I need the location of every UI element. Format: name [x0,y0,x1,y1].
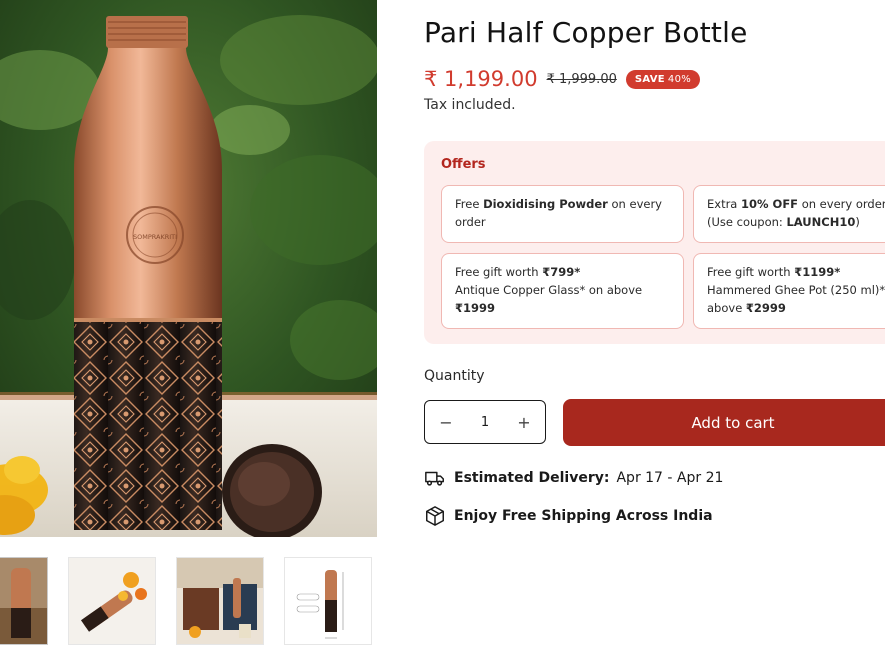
product-info: Pari Half Copper Bottle ₹ 1,199.00 ₹ 1,9… [424,0,885,658]
compare-price: ₹ 1,999.00 [546,71,617,87]
save-percent: 40% [667,73,692,85]
price-row: ₹ 1,199.00 ₹ 1,999.00 SAVE 40% [424,66,701,92]
offer-threshold: ₹1999 [455,301,496,315]
delivery-label: Estimated Delivery: [454,470,610,486]
save-label: SAVE [634,73,665,85]
thumbnail-4[interactable] [284,557,372,645]
offer-text: Free gift worth [707,265,795,279]
minus-icon[interactable]: − [437,413,455,432]
copper-bottle-photo: SOMPRAKRITI [0,0,377,537]
estimated-delivery: Estimated Delivery: Apr 17 - Apr 21 [424,467,723,489]
offer-text: Extra [707,197,742,211]
offer-line: Free gift worth ₹1199* [707,263,885,281]
offer-text: Free gift worth [455,265,543,279]
offer-text: above [707,301,746,315]
offer-line: Free gift worth ₹799* [455,263,670,281]
offers-heading: Offers [441,157,486,172]
product-main-image[interactable]: SOMPRAKRITI [0,0,377,537]
add-to-cart-button[interactable]: Add to cart [563,399,885,446]
thumbnail-1[interactable] [0,557,48,645]
free-shipping-text: Enjoy Free Shipping Across India [454,508,713,524]
offer-card-1[interactable]: Free Dioxidising Powder on every order [441,185,684,243]
offer-line: above ₹2999 [707,299,885,317]
offer-threshold: ₹2999 [745,301,786,315]
thumbnail-2[interactable] [68,557,156,645]
offer-highlight: Dioxidising Powder [483,197,608,211]
coupon-code: LAUNCH10 [786,215,856,229]
plus-icon[interactable]: + [515,413,533,432]
offer-card-3[interactable]: Free gift worth ₹799* Antique Copper Gla… [441,253,684,329]
offer-line: Hammered Ghee Pot (250 ml)* on [707,283,885,297]
quantity-input[interactable]: 1 [481,415,489,430]
delivery-dates: Apr 17 - Apr 21 [616,470,724,486]
offer-line: Antique Copper Glass* on above [455,283,643,297]
offer-highlight: ₹1199* [794,265,841,279]
offer-highlight: ₹799* [542,265,581,279]
offer-text: ) [855,215,860,229]
offer-card-4[interactable]: Free gift worth ₹1199* Hammered Ghee Pot… [693,253,885,329]
thumbnail-strip [0,557,380,647]
brand-seal-text: SOMPRAKRITI [133,233,177,241]
offer-card-2[interactable]: Extra 10% OFF on every order (Use coupon… [693,185,885,243]
quantity-label: Quantity [424,368,485,384]
offer-text: Free [455,197,484,211]
quantity-stepper: − 1 + [424,400,546,444]
save-badge: SAVE 40% [625,69,701,89]
offer-line: ₹1999 [455,299,670,317]
box-icon [426,506,444,526]
tax-note: Tax included. [424,97,516,113]
sale-price: ₹ 1,199.00 [424,67,538,91]
offers-box: Offers Free Dioxidising Powder on every … [424,141,885,344]
free-shipping: Enjoy Free Shipping Across India [424,505,713,527]
offer-highlight: 10% OFF [741,197,799,211]
truck-icon [425,471,444,486]
thumbnail-3[interactable] [176,557,264,645]
product-title: Pari Half Copper Bottle [424,16,748,49]
